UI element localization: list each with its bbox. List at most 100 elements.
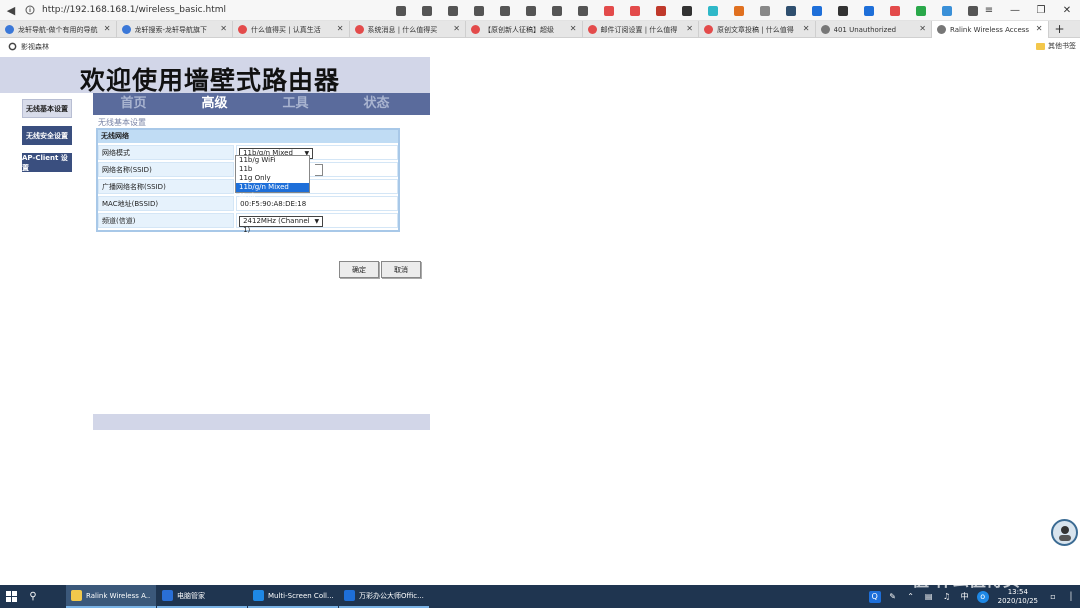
extension-icon[interactable] bbox=[856, 2, 882, 19]
extension-icon[interactable] bbox=[752, 2, 778, 19]
mac-address-value: 00:F5:90:A8:DE:18 bbox=[236, 196, 398, 211]
extension-icon[interactable] bbox=[492, 2, 518, 19]
windows-start-icon[interactable] bbox=[0, 585, 22, 608]
menu-item[interactable]: 工具 bbox=[255, 93, 336, 115]
close-tab-icon[interactable]: ✕ bbox=[686, 24, 693, 33]
new-tab-icon[interactable]: + bbox=[1049, 21, 1071, 37]
close-tab-icon[interactable]: ✕ bbox=[337, 24, 344, 33]
tab-label: 原创文章投稿 | 什么值得 bbox=[717, 25, 794, 34]
close-tab-icon[interactable]: ✕ bbox=[453, 24, 460, 33]
sidebar-item-wireless-basic[interactable]: 无线基本设置 bbox=[22, 99, 72, 118]
extension-icon[interactable] bbox=[466, 2, 492, 19]
top-menu: 首页 高级 工具 状态 bbox=[93, 93, 430, 115]
browser-tab[interactable]: 邮件订阅设置 | 什么值得 ✕ bbox=[583, 21, 699, 38]
taskbar-app[interactable]: 电脑管家 bbox=[157, 585, 247, 608]
close-tab-icon[interactable]: ✕ bbox=[570, 24, 577, 33]
taskbar-app[interactable]: 万彩办公大师Offic... bbox=[339, 585, 429, 608]
pen-icon[interactable]: ✎ bbox=[887, 591, 899, 603]
back-arrow-icon[interactable]: ◀ bbox=[0, 4, 22, 17]
address-bar[interactable]: http://192.168.168.1/wireless_basic.html bbox=[42, 5, 382, 15]
ssid-input[interactable] bbox=[315, 164, 324, 176]
row-label: 网络名称(SSID) bbox=[98, 162, 235, 177]
extension-icon[interactable] bbox=[830, 2, 856, 19]
watermark: 值 什么值得买 bbox=[912, 571, 1020, 591]
extension-icon[interactable] bbox=[674, 2, 700, 19]
taskbar-app[interactable]: Ralink Wireless A... bbox=[66, 585, 156, 608]
favicon-icon bbox=[471, 25, 480, 34]
chevron-up-icon[interactable]: ⌃ bbox=[905, 591, 917, 603]
extension-icon[interactable] bbox=[934, 2, 960, 19]
cancel-button[interactable]: 取消 bbox=[381, 261, 421, 278]
page-title: 欢迎使用墙壁式路由器 bbox=[80, 66, 341, 95]
banner: 欢迎使用墙壁式路由器 bbox=[0, 57, 430, 95]
taskbar-app[interactable]: Multi-Screen Coll... bbox=[248, 585, 338, 608]
close-tab-icon[interactable]: ✕ bbox=[104, 24, 111, 33]
dropdown-option[interactable]: 11b/g WiFi bbox=[236, 156, 309, 165]
row-label: 广播网络名称(SSID) bbox=[98, 179, 235, 194]
favicon-icon bbox=[354, 25, 364, 34]
browser-tab[interactable]: 什么值得买 | 认真生活 ✕ bbox=[233, 21, 350, 38]
ok-button[interactable]: 确定 bbox=[339, 261, 379, 278]
extension-icon[interactable] bbox=[804, 2, 830, 19]
sidebar-item-ap-client[interactable]: AP-Client 设置 bbox=[22, 153, 72, 172]
menu-item[interactable]: 高级 bbox=[174, 93, 255, 115]
extension-icon[interactable] bbox=[440, 2, 466, 19]
sidebar-item-wireless-security[interactable]: 无线安全设置 bbox=[22, 126, 72, 145]
close-tab-icon[interactable]: ✕ bbox=[803, 24, 810, 33]
extension-icon[interactable] bbox=[544, 2, 570, 19]
close-window-icon[interactable]: ✕ bbox=[1054, 5, 1080, 16]
favicon-icon bbox=[587, 25, 597, 34]
tray-app-icon[interactable]: Q bbox=[868, 590, 881, 603]
search-icon[interactable]: ⚲ bbox=[22, 585, 44, 608]
browser-tab[interactable]: 龙轩搜索-龙轩导航旗下 ✕ bbox=[117, 21, 233, 38]
close-tab-icon[interactable]: ✕ bbox=[1036, 24, 1043, 33]
close-tab-icon[interactable]: ✕ bbox=[919, 24, 926, 33]
favicon-icon bbox=[121, 25, 131, 34]
other-bookmarks[interactable]: 其他书签 bbox=[1036, 41, 1076, 51]
bookmark-item[interactable]: 影视森林 bbox=[8, 42, 49, 52]
extension-icon[interactable] bbox=[700, 2, 726, 19]
tab-label: 401 Unauthorized bbox=[833, 25, 897, 34]
browser-tab[interactable]: 401 Unauthorized ✕ bbox=[816, 21, 932, 38]
extension-icon[interactable] bbox=[570, 2, 596, 19]
app-icon bbox=[253, 590, 264, 601]
extension-icon[interactable] bbox=[518, 2, 544, 19]
extension-icon[interactable] bbox=[388, 2, 414, 19]
close-tab-icon[interactable]: ✕ bbox=[220, 24, 227, 33]
browser-tab[interactable]: Ralink Wireless Access ✕ bbox=[932, 21, 1049, 38]
tray-app-icon[interactable]: o bbox=[976, 590, 989, 603]
ime-indicator[interactable]: 中 bbox=[959, 591, 971, 603]
favicon-icon bbox=[238, 25, 247, 34]
dropdown-option[interactable]: 11g Only bbox=[236, 174, 309, 183]
network-icon[interactable]: ▤ bbox=[923, 591, 935, 603]
show-desktop-icon[interactable]: │ bbox=[1065, 591, 1077, 603]
favicon-icon bbox=[820, 25, 830, 34]
minimize-icon[interactable]: — bbox=[1002, 5, 1028, 16]
menu-icon[interactable]: ≡ bbox=[976, 5, 1002, 16]
channel-select[interactable]: 2412MHz (Channel 1) ▼ bbox=[239, 216, 324, 234]
extension-icon[interactable] bbox=[596, 2, 622, 19]
browser-tab[interactable]: 系统消息 | 什么值得买 ✕ bbox=[350, 21, 466, 38]
folder-icon bbox=[1036, 42, 1045, 50]
volume-icon[interactable]: ♫ bbox=[941, 591, 953, 603]
extension-icon[interactable] bbox=[648, 2, 674, 19]
dropdown-option[interactable]: 11b bbox=[236, 165, 309, 174]
avatar[interactable] bbox=[1051, 519, 1078, 546]
extension-icon[interactable] bbox=[882, 2, 908, 19]
restore-icon[interactable]: ❐ bbox=[1028, 5, 1054, 16]
info-icon[interactable] bbox=[22, 2, 38, 18]
section-title: 无线基本设置 bbox=[98, 118, 146, 127]
menu-item[interactable]: 首页 bbox=[93, 93, 174, 115]
extension-icon[interactable] bbox=[726, 2, 752, 19]
browser-address-row: ◀ http://192.168.168.1/wireless_basic.ht… bbox=[0, 0, 1080, 21]
dropdown-option[interactable]: 11b/g/n Mixed Mode bbox=[236, 183, 309, 200]
menu-item[interactable]: 状态 bbox=[336, 93, 417, 115]
extension-icon[interactable] bbox=[778, 2, 804, 19]
browser-tab[interactable]: 龙轩导航-做个有用的导航 ✕ bbox=[0, 21, 117, 38]
browser-tab[interactable]: 原创文章投稿 | 什么值得 ✕ bbox=[699, 21, 816, 38]
notification-icon[interactable]: ▫ bbox=[1047, 591, 1059, 603]
extension-icon[interactable] bbox=[622, 2, 648, 19]
browser-tab[interactable]: 【原创新人征稿】超级 ✕ bbox=[466, 21, 583, 38]
extension-icon[interactable] bbox=[414, 2, 440, 19]
extension-icon[interactable] bbox=[908, 2, 934, 19]
